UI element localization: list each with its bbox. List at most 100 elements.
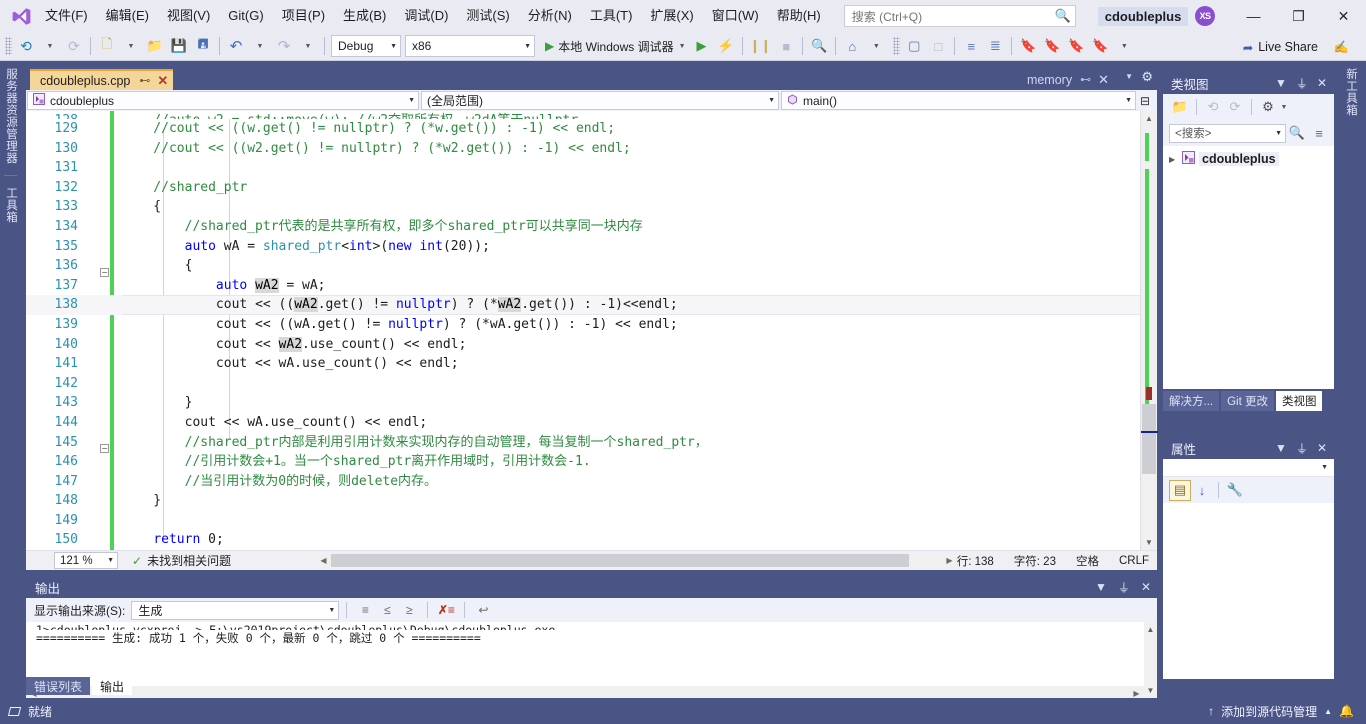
send-feedback-icon[interactable]: ✍ xyxy=(1328,36,1354,58)
live-share-button[interactable]: ➦ Live Share xyxy=(1243,36,1318,58)
toolbar-grip[interactable] xyxy=(893,37,901,55)
chevron-down-icon[interactable]: ▼ xyxy=(1279,97,1289,118)
pin-icon[interactable]: ⏚ xyxy=(1296,75,1308,92)
code-line[interactable]: 135 auto wA = shared_ptr<int>(new int(20… xyxy=(26,237,1157,257)
sidebar-tab-toolbox[interactable]: 工具箱 xyxy=(0,180,22,230)
home-dropdown-icon[interactable]: ▼ xyxy=(865,35,887,57)
editor-vertical-scrollbar[interactable]: ▲ ▼ xyxy=(1140,111,1158,550)
start-without-debugging-icon[interactable]: ▶ xyxy=(691,35,713,57)
attach-process-icon[interactable]: ⚡ xyxy=(715,35,737,57)
open-file-icon[interactable]: 📁 xyxy=(144,35,166,57)
menu-window[interactable]: 窗口(W) xyxy=(703,0,768,32)
start-debug-button[interactable]: ▶ 本地 Windows 调试器 ▼ xyxy=(541,35,690,57)
scroll-left-icon[interactable]: ◀ xyxy=(316,553,331,568)
sort-list-icon[interactable]: ≡ xyxy=(1308,123,1330,144)
property-pages-icon[interactable]: 🔧 xyxy=(1224,480,1246,501)
menu-project[interactable]: 项目(P) xyxy=(273,0,334,32)
issue-status[interactable]: ✓ 未找到相关问题 xyxy=(132,552,231,569)
pin-icon[interactable]: ⊷ xyxy=(139,74,150,87)
gear-icon[interactable]: ⚙ xyxy=(1257,97,1279,118)
menu-tools[interactable]: 工具(T) xyxy=(581,0,642,32)
forward-icon[interactable]: ⟳ xyxy=(1224,97,1246,118)
clear-all-icon[interactable]: ✗≡ xyxy=(435,600,457,620)
code-line[interactable]: 141 cout << wA.use_count() << endl; xyxy=(26,354,1157,374)
maximize-button[interactable]: ❐ xyxy=(1276,0,1321,32)
chevron-down-icon[interactable]: ▼ xyxy=(1095,580,1107,594)
close-icon[interactable]: ✕ xyxy=(157,73,168,89)
menu-extensions[interactable]: 扩展(X) xyxy=(641,0,702,32)
navigate-backward-icon[interactable]: ⟲ xyxy=(15,35,37,57)
solution-platform-select[interactable]: x86 ▼ xyxy=(405,35,535,57)
navbar-member-select[interactable]: main() ▼ xyxy=(781,91,1136,110)
sidebar-tab-server-explorer[interactable]: 服务器资源管理器 xyxy=(0,61,22,171)
redo-dropdown-icon[interactable]: ▼ xyxy=(297,35,319,57)
tab-class-view[interactable]: 类视图 xyxy=(1275,391,1323,411)
code-line[interactable]: 136 { xyxy=(26,256,1157,276)
code-line[interactable]: 133 { xyxy=(26,197,1157,217)
code-line[interactable]: 147 //当引用计数为0的时候，则delete内存。 xyxy=(26,472,1157,492)
scroll-up-icon[interactable]: ▲ xyxy=(1144,622,1157,637)
next-bookmark-icon[interactable]: 🔖 xyxy=(1065,35,1087,57)
chevron-down-icon[interactable]: ▼ xyxy=(1275,441,1287,455)
search-input[interactable]: 搜索 (Ctrl+Q) 🔍 xyxy=(843,5,1076,27)
undo-icon[interactable]: ↶ xyxy=(225,35,247,57)
pause-icon[interactable]: ❙❙ xyxy=(748,35,774,57)
close-icon[interactable]: ✕ xyxy=(1317,76,1327,90)
class-view-tree[interactable]: ▶ cdoubleplus xyxy=(1163,146,1334,389)
code-line[interactable]: 130 //cout << ((w2.get() != nullptr) ? (… xyxy=(26,139,1157,159)
indent-mode-label[interactable]: 空格 xyxy=(1076,553,1099,569)
menu-test[interactable]: 测试(S) xyxy=(457,0,518,32)
toggle-word-wrap-icon[interactable]: ↩ xyxy=(472,600,494,620)
tab-error-list[interactable]: 错误列表 xyxy=(26,677,91,695)
previous-bookmark-icon[interactable]: 🔖 xyxy=(1041,35,1063,57)
gear-icon[interactable]: ⚙ xyxy=(1141,69,1153,85)
code-line[interactable]: 131 xyxy=(26,158,1157,178)
back-icon[interactable]: ⟲ xyxy=(1202,97,1224,118)
increase-indent-icon[interactable]: ≡ xyxy=(960,35,982,57)
alphabetical-sort-icon[interactable]: ↓ xyxy=(1191,480,1213,501)
close-icon[interactable]: ✕ xyxy=(1098,72,1109,88)
code-line[interactable]: 142 xyxy=(26,374,1157,394)
clear-bookmarks-icon[interactable]: 🔖 xyxy=(1089,35,1111,57)
line-ending-label[interactable]: CRLF xyxy=(1119,555,1149,567)
menu-view[interactable]: 视图(V) xyxy=(158,0,219,32)
code-line[interactable]: 134 //shared_ptr代表的是共享所有权，即多个shared_ptr可… xyxy=(26,217,1157,237)
menu-analyze[interactable]: 分析(N) xyxy=(519,0,581,32)
chevron-right-icon[interactable]: ▶ xyxy=(1169,155,1182,164)
menu-edit[interactable]: 编辑(E) xyxy=(97,0,158,32)
tab-git-changes[interactable]: Git 更改 xyxy=(1221,391,1274,411)
tab-output[interactable]: 输出 xyxy=(92,677,133,695)
toggle-bookmark-icon[interactable]: 🔖 xyxy=(1017,35,1039,57)
code-line[interactable]: 148 } xyxy=(26,491,1157,511)
class-view-search-input[interactable]: <搜索> ▼ xyxy=(1169,123,1286,143)
code-line[interactable]: 138 cout << ((wA2.get() != nullptr) ? (*… xyxy=(26,295,1157,315)
code-editor[interactable]: − − 128 //auto w2 = std::move(w); //w2夺取… xyxy=(26,111,1157,550)
output-vertical-scrollbar[interactable]: ▲ ▼ xyxy=(1144,622,1157,698)
properties-grid[interactable] xyxy=(1163,503,1334,679)
code-line[interactable]: 143 } xyxy=(26,393,1157,413)
tab-memory[interactable]: memory ⊷ ✕ xyxy=(1019,69,1113,90)
code-line[interactable]: 144 cout << wA.use_count() << endl; xyxy=(26,413,1157,433)
close-icon[interactable]: ✕ xyxy=(1317,441,1327,455)
menu-build[interactable]: 生成(B) xyxy=(334,0,395,32)
split-view-icon[interactable]: ⊟ xyxy=(1137,94,1153,108)
categorized-view-icon[interactable]: ▤ xyxy=(1169,479,1191,501)
new-project-icon[interactable]: 🗋 xyxy=(96,35,118,57)
find-message-icon[interactable]: ≡ xyxy=(354,600,376,620)
code-line[interactable]: 140 cout << wA2.use_count() << endl; xyxy=(26,335,1157,355)
search-icon[interactable]: 🔍 xyxy=(1286,123,1308,144)
menu-git[interactable]: Git(G) xyxy=(219,0,272,32)
code-line[interactable]: 145 //shared_ptr内部是利用引用计数来实现内存的自动管理，每当复制… xyxy=(26,433,1157,453)
code-line[interactable]: 139 cout << ((wA.get() != nullptr) ? (*w… xyxy=(26,315,1157,335)
code-line[interactable]: 146 //引用计数会+1。当一个shared_ptr离开作用域时，引用计数会-… xyxy=(26,452,1157,472)
scroll-down-icon[interactable]: ▼ xyxy=(1144,683,1157,698)
solution-configuration-select[interactable]: Debug ▼ xyxy=(331,35,401,57)
document-list-dropdown-icon[interactable]: ▼ xyxy=(1125,72,1133,81)
close-button[interactable]: ✕ xyxy=(1321,0,1366,32)
add-to-source-control-label[interactable]: 添加到源代码管理 xyxy=(1221,703,1317,720)
upload-icon[interactable]: ↑ xyxy=(1208,704,1214,718)
tab-cdoubleplus-cpp[interactable]: cdoubleplus.cpp ⊷ ✕ xyxy=(30,69,174,90)
comment-selection-icon[interactable]: ▢ xyxy=(903,35,925,57)
properties-object-select[interactable]: ▼ xyxy=(1163,459,1334,477)
output-horizontal-scrollbar[interactable]: ◀ ▶ xyxy=(26,686,1144,698)
